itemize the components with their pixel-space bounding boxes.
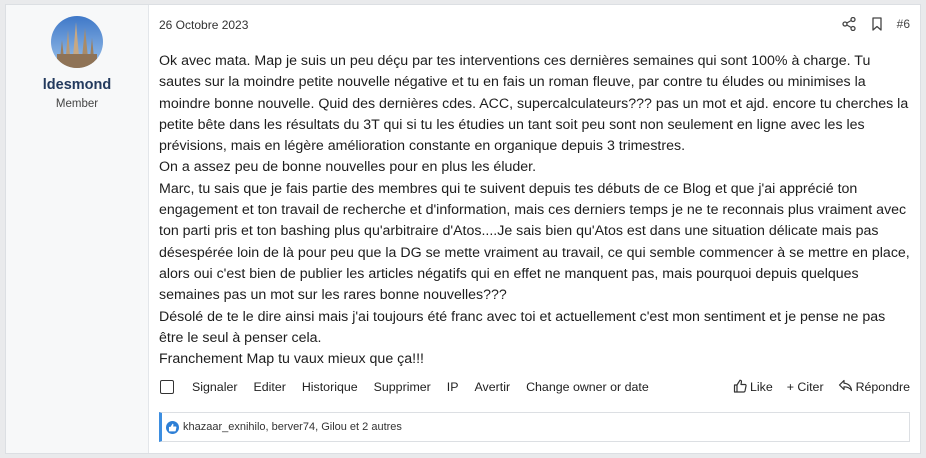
post-paragraph: Ok avec mata. Map je suis un peu déçu pa… [159,53,909,155]
user-title: Member [55,98,99,110]
username[interactable]: ldesmond [6,77,148,93]
citer-label: + Citer [786,380,824,394]
post-paragraph: Désolé de te le dire ainsi mais j'ai tou… [159,308,886,346]
user-avatar[interactable] [51,16,103,68]
change-owner-link[interactable]: Change owner or date [526,380,649,394]
ip-link[interactable]: IP [447,380,459,394]
like-button[interactable]: Like [733,379,773,396]
bookmark-icon[interactable] [869,16,885,32]
historique-link[interactable]: Historique [302,380,358,394]
reactions-bar[interactable]: khazaar_exnihilo, berver74, Gilou et 2 a… [159,412,910,442]
supprimer-link[interactable]: Supprimer [374,380,431,394]
post-header-actions: #6 [841,16,910,32]
post-paragraph: Marc, tu sais que je fais partie des mem… [159,180,910,304]
select-post-checkbox[interactable] [160,380,174,394]
avertir-link[interactable]: Avertir [475,380,511,394]
share-icon[interactable] [841,16,857,32]
post-container: ldesmond Member 26 Octobre 2023 #6 Ok av… [5,4,921,454]
like-badge-icon [166,420,179,434]
post-number[interactable]: #6 [897,17,910,31]
repondre-label: Répondre [855,380,910,394]
reply-icon [838,379,853,395]
post-paragraph: On a assez peu de bonne nouvelles pour e… [159,159,537,176]
repondre-button[interactable]: Répondre [838,379,910,395]
post-body: Ok avec mata. Map je suis un peu déçu pa… [159,51,911,370]
citer-button[interactable]: + Citer [787,380,824,394]
like-label: Like [750,380,773,394]
reactions-list[interactable]: khazaar_exnihilo, berver74, Gilou et 2 a… [183,421,402,433]
post-paragraph: Franchement Map tu vaux mieux que ça!!! [159,351,424,368]
signaler-link[interactable]: Signaler [192,380,237,394]
post-date[interactable]: 26 Octobre 2023 [159,18,248,32]
user-column: ldesmond Member [6,5,149,453]
thumbs-up-icon [733,379,747,396]
post-footer: Signaler Editer Historique Supprimer IP … [159,377,910,397]
editer-link[interactable]: Editer [253,380,285,394]
footer-right-actions: Like + Citer Répondre [733,379,910,396]
